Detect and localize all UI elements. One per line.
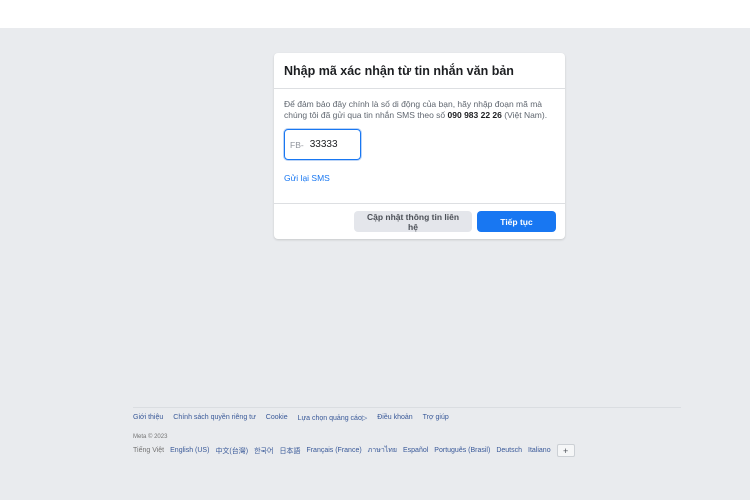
- footer-link-terms[interactable]: Điều khoản: [377, 414, 412, 422]
- description-suffix: (Việt Nam).: [501, 110, 548, 120]
- current-language: Tiếng Việt: [133, 447, 165, 454]
- update-contact-button[interactable]: Cập nhật thông tin liên hệ: [354, 211, 472, 232]
- language-link[interactable]: ภาษาไทย: [368, 445, 397, 456]
- footer-link-about[interactable]: Giới thiệu: [133, 414, 163, 422]
- card-body: Để đảm bảo đây chính là số di động của b…: [274, 89, 565, 183]
- phone-number: 090 983 22 26: [447, 110, 502, 120]
- footer-links: Giới thiệu Chính sách quyền riêng tư Coo…: [133, 414, 681, 422]
- language-list: Tiếng Việt English (US) 中文(台灣) 한국어 日本語 F…: [133, 444, 681, 457]
- card-header: Nhập mã xác nhận từ tin nhắn văn bản: [274, 53, 565, 89]
- card-title: Nhập mã xác nhận từ tin nhắn văn bản: [284, 63, 514, 78]
- adchoices-icon: ▷: [361, 415, 368, 422]
- footer-link-privacy[interactable]: Chính sách quyền riêng tư: [173, 414, 256, 422]
- resend-sms-link[interactable]: Gửi lại SMS: [284, 173, 555, 183]
- verification-card: Nhập mã xác nhận từ tin nhắn văn bản Để …: [274, 53, 565, 239]
- footer-link-cookie[interactable]: Cookie: [266, 414, 288, 422]
- copyright: Meta © 2023: [133, 434, 168, 440]
- language-link[interactable]: 日本語: [279, 446, 300, 456]
- page-footer: Giới thiệu Chính sách quyền riêng tư Coo…: [133, 407, 681, 457]
- footer-link-adchoices[interactable]: Lựa chọn quảng cáo▷: [298, 414, 368, 422]
- language-link[interactable]: English (US): [170, 447, 209, 454]
- top-bar: [0, 0, 750, 28]
- description: Để đảm bảo đây chính là số di động của b…: [284, 99, 555, 121]
- adchoices-label: Lựa chọn quảng cáo: [297, 415, 362, 422]
- language-link[interactable]: 한국어: [254, 446, 273, 456]
- code-input[interactable]: [309, 139, 352, 150]
- code-prefix: FB-: [290, 139, 304, 150]
- language-link[interactable]: Português (Brasil): [434, 447, 490, 454]
- language-link[interactable]: Français (France): [306, 447, 361, 454]
- language-link[interactable]: 中文(台灣): [215, 446, 248, 456]
- add-language-button[interactable]: +: [556, 444, 575, 457]
- footer-link-help[interactable]: Trợ giúp: [423, 414, 449, 422]
- language-link[interactable]: Italiano: [528, 447, 551, 454]
- code-field[interactable]: FB-: [284, 129, 361, 160]
- continue-button[interactable]: Tiếp tục: [477, 211, 556, 232]
- language-link[interactable]: Deutsch: [496, 447, 522, 454]
- language-link[interactable]: Español: [403, 447, 428, 454]
- card-footer: Cập nhật thông tin liên hệ Tiếp tục: [274, 203, 565, 239]
